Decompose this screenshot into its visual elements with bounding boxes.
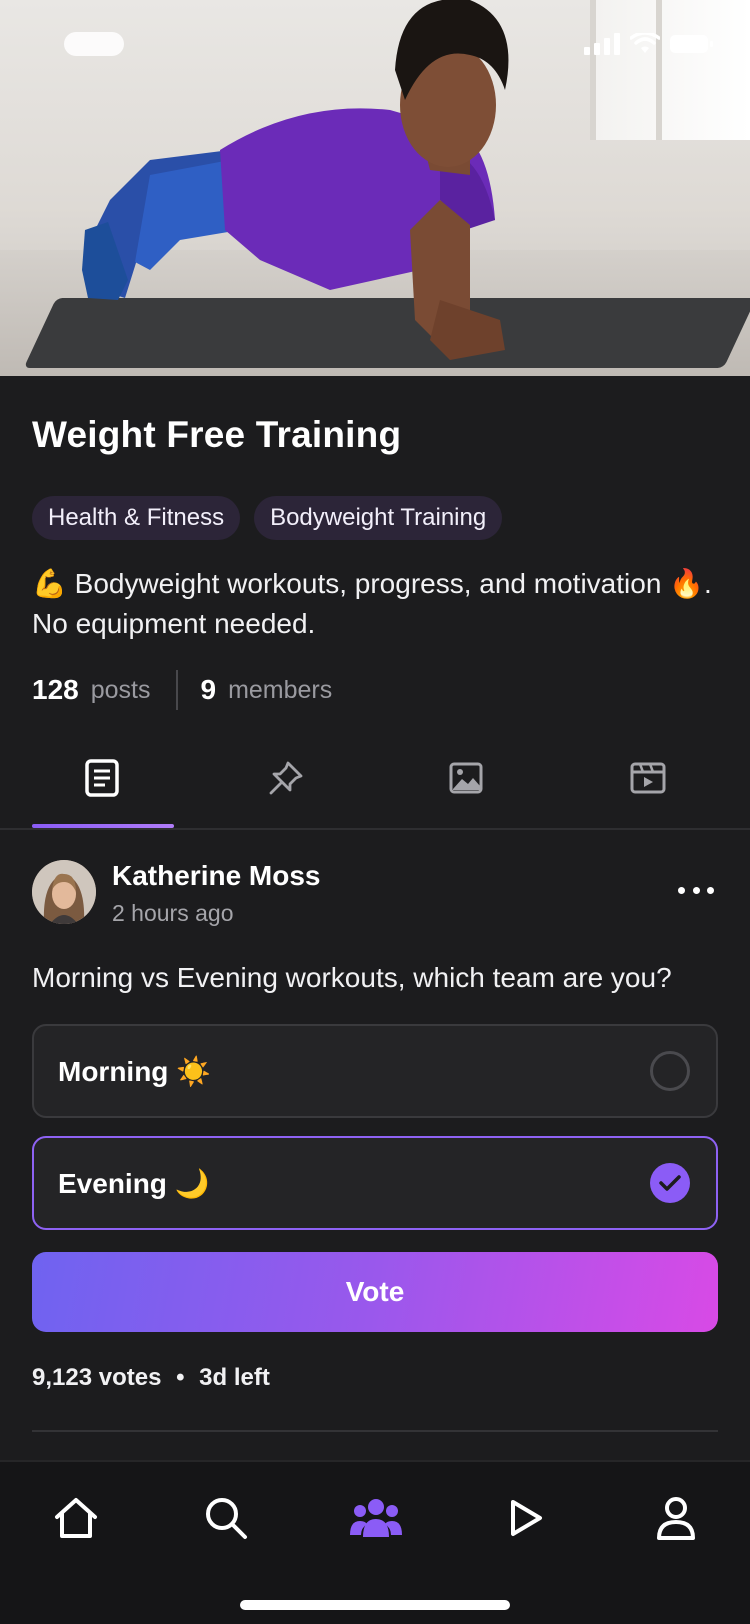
nav-profile[interactable]: [646, 1488, 706, 1548]
posts-count: 128: [32, 674, 79, 705]
dot: [692, 886, 700, 894]
time-left: 3d left: [199, 1364, 270, 1391]
dot: [707, 886, 714, 894]
radio-unchecked-icon: [650, 1051, 690, 1091]
poll-option-evening[interactable]: Evening 🌙: [32, 1136, 718, 1230]
dot: [678, 886, 685, 894]
tag-bodyweight-training[interactable]: Bodyweight Training: [254, 496, 503, 540]
home-indicator: [240, 1600, 510, 1610]
vote-button[interactable]: Vote: [32, 1252, 718, 1332]
tag-list: Health & Fitness Bodyweight Training: [32, 496, 503, 540]
tab-videos[interactable]: [558, 726, 738, 830]
radio-checked-icon: [650, 1163, 690, 1203]
active-tab-indicator: [32, 824, 174, 828]
tab-posts[interactable]: [12, 726, 192, 830]
tab-images[interactable]: [376, 726, 556, 830]
video-icon: [630, 762, 666, 794]
community-icon: [350, 1499, 402, 1537]
nav-community[interactable]: [346, 1488, 406, 1548]
avatar[interactable]: [32, 860, 96, 924]
pin-icon: [269, 761, 303, 795]
document-icon: [85, 759, 119, 797]
home-icon: [55, 1498, 97, 1538]
wifi-icon: [630, 33, 660, 53]
members-count[interactable]: 9: [200, 674, 216, 706]
bottom-navigation: [0, 1460, 750, 1624]
play-icon: [511, 1500, 542, 1536]
more-options-icon[interactable]: [678, 880, 714, 900]
stats-divider: [176, 670, 179, 710]
post-time: 2 hours ago: [112, 900, 234, 926]
status-pill: [64, 32, 124, 56]
votes-count: 9,123 votes: [32, 1364, 162, 1391]
checkmark-icon: [659, 1175, 681, 1191]
post-divider: [32, 1430, 718, 1432]
cover-image: [0, 0, 750, 376]
community-content: Weight Free Training Health & Fitness Bo…: [0, 376, 750, 1460]
tab-pinned[interactable]: [196, 726, 376, 830]
profile-icon: [657, 1497, 695, 1540]
poll-meta: 9,123 votes • 3d left: [32, 1364, 270, 1392]
poll-option-label: Morning ☀️: [58, 1055, 212, 1087]
nav-videos[interactable]: [496, 1488, 556, 1548]
poll-option-label: Evening 🌙: [58, 1167, 210, 1199]
status-bar-icons: [584, 32, 714, 56]
members-label[interactable]: members: [228, 676, 332, 705]
content-tabs: [0, 726, 750, 830]
author-avatar-image: [32, 860, 96, 924]
nav-home[interactable]: [46, 1488, 106, 1548]
battery-icon: [670, 35, 713, 53]
tag-health-fitness[interactable]: Health & Fitness: [32, 496, 241, 540]
poll-option-morning[interactable]: Morning ☀️: [32, 1024, 718, 1118]
community-title: Weight Free Training: [32, 414, 402, 455]
search-icon: [206, 1498, 247, 1539]
meta-separator: •: [176, 1364, 185, 1391]
community-stats: 128 posts 9 members: [32, 670, 332, 710]
posts-label: posts: [90, 675, 151, 704]
author-name[interactable]: Katherine Moss: [112, 860, 321, 892]
signal-icon: [584, 33, 620, 55]
image-icon: [449, 762, 483, 794]
person-planking-illustration: [82, 0, 509, 360]
poll-question: Morning vs Evening workouts, which team …: [32, 962, 672, 993]
nav-search[interactable]: [196, 1488, 256, 1548]
community-description: 💪 Bodyweight workouts, progress, and mot…: [32, 568, 712, 639]
